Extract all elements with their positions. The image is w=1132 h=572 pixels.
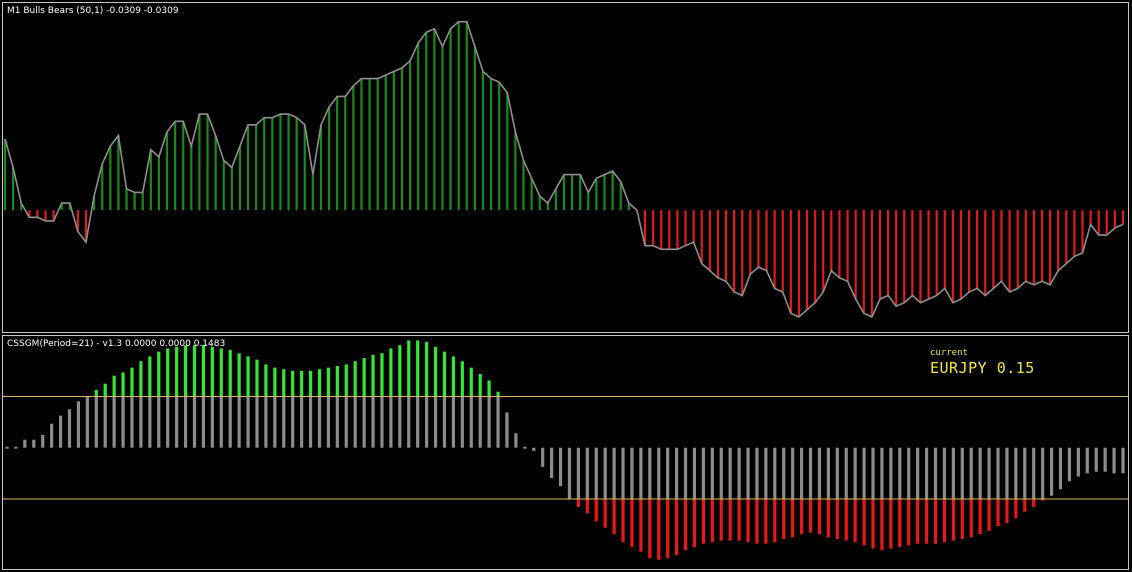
bulls-bears-label-name: M1 Bulls Bears (50,1): [7, 6, 104, 16]
cssgm-label-name: CSSGM(Period=21) - v1.3: [7, 339, 123, 349]
current-caption: current: [930, 348, 968, 358]
bulls-bears-chart: [3, 20, 1125, 318]
bulls-bears-label-values: -0.0309 -0.0309: [106, 6, 179, 16]
bulls-bears-label: M1 Bulls Bears (50,1) -0.0309 -0.0309: [7, 6, 179, 16]
bulls-bears-outline: [4, 20, 1124, 318]
cssgm-label-values: 0.0000 0.0000 0.1483: [125, 339, 226, 349]
current-value: 0.15: [996, 359, 1035, 377]
bulls-bears-pane[interactable]: M1 Bulls Bears (50,1) -0.0309 -0.0309: [2, 2, 1129, 333]
cssgm-pane[interactable]: CSSGM(Period=21) - v1.3 0.0000 0.0000 0.…: [2, 335, 1129, 570]
cssgm-label: CSSGM(Period=21) - v1.3 0.0000 0.0000 0.…: [7, 339, 225, 349]
current-symbol: EURJPY: [930, 359, 988, 377]
current-strength-box: current EURJPY 0.15: [930, 348, 1035, 377]
current-symbol-value: EURJPY 0.15: [930, 359, 1035, 377]
